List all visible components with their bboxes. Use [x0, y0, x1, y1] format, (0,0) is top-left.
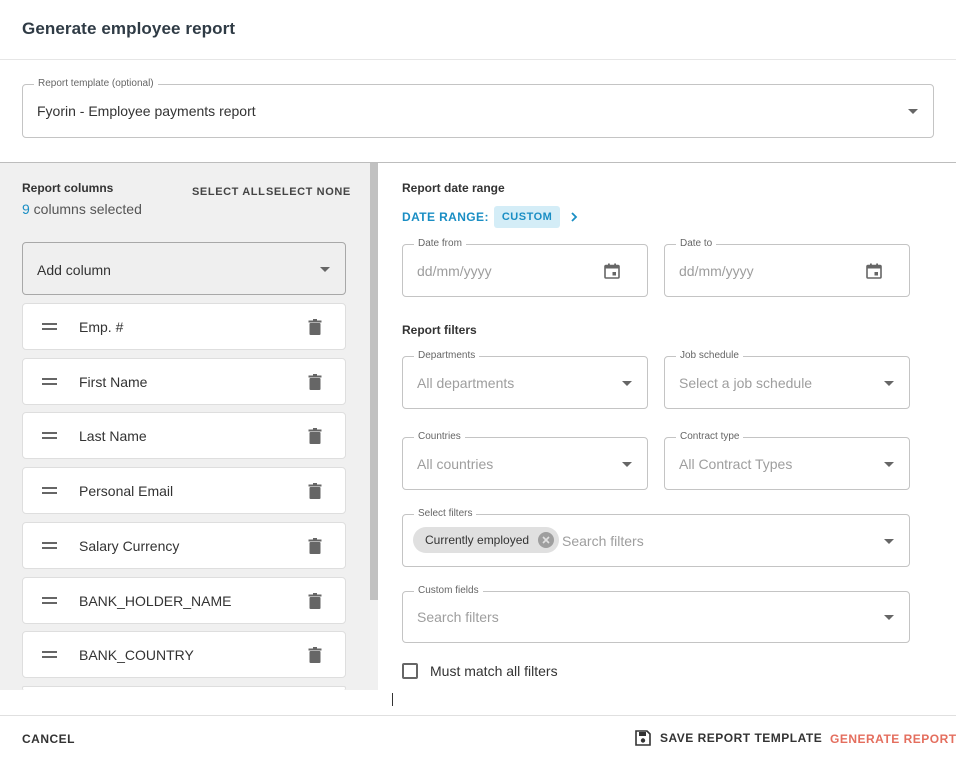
column-item-label: First Name	[79, 374, 148, 390]
column-item-label: Last Name	[79, 428, 147, 444]
text-cursor	[392, 693, 393, 706]
report-columns-title: Report columns	[22, 181, 114, 195]
column-item[interactable]: BANK_HOLDER_NAME	[22, 577, 346, 624]
custom-fields-label: Custom fields	[414, 585, 483, 597]
trash-icon[interactable]	[305, 372, 325, 392]
columns-scrollbar[interactable]	[370, 163, 378, 600]
departments-placeholder: All departments	[417, 374, 515, 391]
drag-handle-icon[interactable]	[42, 378, 57, 385]
generate-report-button[interactable]: GENERATE REPORT	[830, 732, 956, 746]
column-item[interactable]	[22, 686, 346, 690]
date-to-label: Date to	[676, 238, 717, 250]
chevron-right-icon	[571, 212, 578, 222]
caret-down-icon	[884, 538, 894, 544]
countries-placeholder: All countries	[417, 455, 494, 472]
date-range-label: DATE RANGE:	[402, 210, 489, 224]
save-report-template-label: SAVE REPORT TEMPLATE	[660, 731, 823, 745]
cancel-button[interactable]: CANCEL	[22, 732, 75, 746]
calendar-icon[interactable]	[865, 262, 883, 280]
custom-fields-placeholder: Search filters	[417, 609, 499, 625]
report-template-value: Fyorin - Employee payments report	[37, 103, 256, 119]
filter-chip: Currently employed	[413, 527, 560, 553]
job-schedule-label: Job schedule	[676, 350, 743, 362]
trash-icon[interactable]	[305, 426, 325, 446]
date-from-field[interactable]: Date from dd/mm/yyyy	[402, 238, 648, 297]
select-filters-field[interactable]: Select filters Currently employed Search…	[402, 508, 910, 567]
trash-icon[interactable]	[305, 317, 325, 337]
date-to-field[interactable]: Date to dd/mm/yyyy	[664, 238, 910, 297]
departments-select[interactable]: Departments All departments	[402, 350, 648, 409]
column-item-label: Emp. #	[79, 319, 124, 335]
contract-type-placeholder: All Contract Types	[679, 455, 793, 472]
columns-count-suffix: columns selected	[29, 201, 142, 217]
countries-select[interactable]: Countries All countries	[402, 431, 648, 490]
report-template-select[interactable]: Report template (optional) Fyorin - Empl…	[22, 78, 934, 138]
column-item[interactable]: BANK_COUNTRY	[22, 631, 346, 678]
column-item[interactable]: Emp. #	[22, 303, 346, 350]
countries-label: Countries	[414, 431, 465, 443]
drag-handle-icon[interactable]	[42, 542, 57, 549]
drag-handle-icon[interactable]	[42, 487, 57, 494]
departments-label: Departments	[414, 350, 480, 362]
caret-down-icon	[622, 380, 632, 386]
select-filters-placeholder: Search filters	[562, 532, 644, 549]
drag-handle-icon[interactable]	[42, 432, 57, 439]
columns-selected-count: 9 columns selected	[22, 201, 142, 217]
caret-down-icon	[884, 380, 894, 386]
match-all-checkbox[interactable]	[402, 663, 418, 679]
date-range-title: Report date range	[402, 181, 505, 195]
filter-chip-label: Currently employed	[425, 533, 530, 547]
add-column-select[interactable]: Add column	[22, 242, 346, 295]
column-item-label: BANK_HOLDER_NAME	[79, 593, 232, 609]
column-item[interactable]: Personal Email	[22, 467, 346, 514]
custom-fields-field[interactable]: Custom fields Search filters	[402, 585, 910, 643]
trash-icon[interactable]	[305, 481, 325, 501]
caret-down-icon	[320, 266, 330, 272]
column-item-label: Personal Email	[79, 483, 174, 499]
column-item-label: Salary Currency	[79, 538, 180, 554]
trash-icon[interactable]	[305, 536, 325, 556]
drag-handle-icon[interactable]	[42, 597, 57, 604]
date-range-value-chip: CUSTOM	[493, 206, 561, 228]
column-item[interactable]: First Name	[22, 358, 346, 405]
date-range-toggle[interactable]: DATE RANGE: CUSTOM	[402, 206, 580, 228]
calendar-icon[interactable]	[603, 262, 621, 280]
trash-icon[interactable]	[305, 591, 325, 611]
report-filters-title: Report filters	[402, 323, 477, 337]
caret-down-icon	[884, 615, 894, 620]
date-from-label: Date from	[414, 238, 466, 250]
trash-icon[interactable]	[305, 645, 325, 665]
dialog-header: Generate employee report	[0, 0, 956, 60]
caret-down-icon	[622, 461, 632, 467]
close-circle-icon[interactable]	[537, 531, 555, 549]
contract-type-label: Contract type	[676, 431, 744, 443]
save-report-template-button[interactable]: SAVE REPORT TEMPLATE	[634, 729, 822, 747]
select-none-button[interactable]: SELECT NONE	[266, 186, 351, 198]
caret-down-icon	[884, 461, 894, 467]
drag-handle-icon[interactable]	[42, 323, 57, 330]
add-column-label: Add column	[37, 262, 111, 278]
column-item[interactable]: Last Name	[22, 412, 346, 459]
dialog-footer: CANCEL SAVE REPORT TEMPLATE GENERATE REP…	[0, 715, 956, 761]
report-template-label: Report template (optional)	[34, 78, 158, 90]
column-item-label: BANK_COUNTRY	[79, 647, 194, 663]
job-schedule-placeholder: Select a job schedule	[679, 374, 813, 391]
column-item[interactable]: Salary Currency	[22, 522, 346, 569]
columns-count-number: 9	[22, 201, 30, 217]
contract-type-select[interactable]: Contract type All Contract Types	[664, 431, 910, 490]
date-from-placeholder: dd/mm/yyyy	[417, 262, 492, 279]
floppy-disk-icon	[635, 730, 651, 746]
caret-down-icon	[908, 109, 918, 114]
select-filters-label: Select filters	[414, 508, 477, 520]
dialog-title: Generate employee report	[22, 19, 236, 38]
job-schedule-select[interactable]: Job schedule Select a job schedule	[664, 350, 910, 409]
date-to-placeholder: dd/mm/yyyy	[679, 262, 754, 279]
select-all-button[interactable]: SELECT ALL	[192, 186, 265, 198]
drag-handle-icon[interactable]	[42, 651, 57, 658]
match-all-label: Must match all filters	[430, 663, 558, 679]
